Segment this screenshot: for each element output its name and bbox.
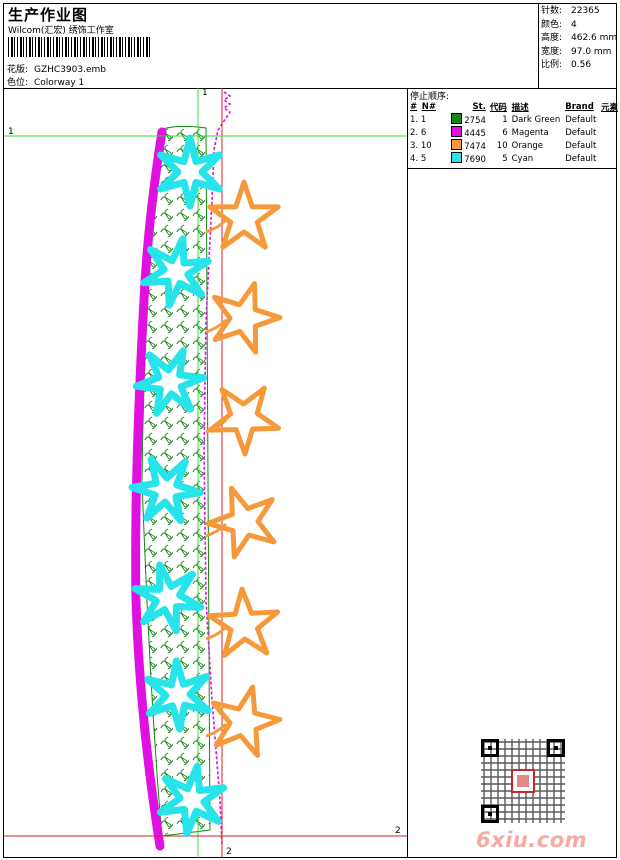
stat-width: 宽度: 97.0 mm [541, 46, 612, 57]
table-row: 2. 6 4445 6 Magenta Default [410, 126, 597, 139]
table-row: 4. 5 7690 5 Cyan Default [410, 152, 597, 165]
guide-h2-label: 2 [395, 826, 401, 836]
orange-leaves [205, 179, 283, 758]
qr-code [481, 739, 565, 823]
table-row: 3. 10 7474 10 Orange Default [410, 139, 597, 152]
watermark-text: 6xiu.com [476, 828, 588, 852]
table-divider [407, 168, 617, 169]
orange-leaf [205, 485, 277, 560]
guide-v1-label: 1 [202, 88, 208, 98]
swatch-orange [451, 139, 463, 150]
design-stats: 针数: 22365 颜色: 4 高度: 462.6 mm 宽度: 97.0 mm 比例:… [541, 5, 617, 73]
swatch-dark-green [451, 113, 463, 124]
seal-logo [511, 769, 535, 793]
swatch-cyan [451, 152, 463, 163]
color-sequence-table: # N# St. 代码 描述 Brand 元素 1. 1 2754 1 Dark… [408, 100, 620, 166]
orange-leaf [212, 281, 283, 355]
stat-colors: 颜色: 4 [541, 19, 577, 30]
orange-leaf [211, 684, 283, 758]
orange-leaf [206, 586, 281, 658]
guide-v2-label: 2 [226, 847, 232, 857]
stat-height: 高度: 462.6 mm [541, 33, 618, 44]
guide-h1-label: 1 [8, 127, 14, 137]
stat-stitches: 针数: 22365 [541, 6, 600, 16]
panel-divider [407, 88, 408, 858]
table-header-row: # N# St. 代码 描述 Brand 元素 [410, 101, 618, 113]
orange-leaf-stem [205, 218, 228, 234]
embroidery-design [4, 88, 407, 858]
orange-leaf [207, 385, 281, 457]
table-row: 1. 1 2754 1 Dark Green Default [410, 113, 597, 126]
swatch-magenta [451, 126, 463, 137]
stats-divider [538, 3, 539, 88]
stat-scale: 比例: 0.56 [541, 60, 592, 71]
